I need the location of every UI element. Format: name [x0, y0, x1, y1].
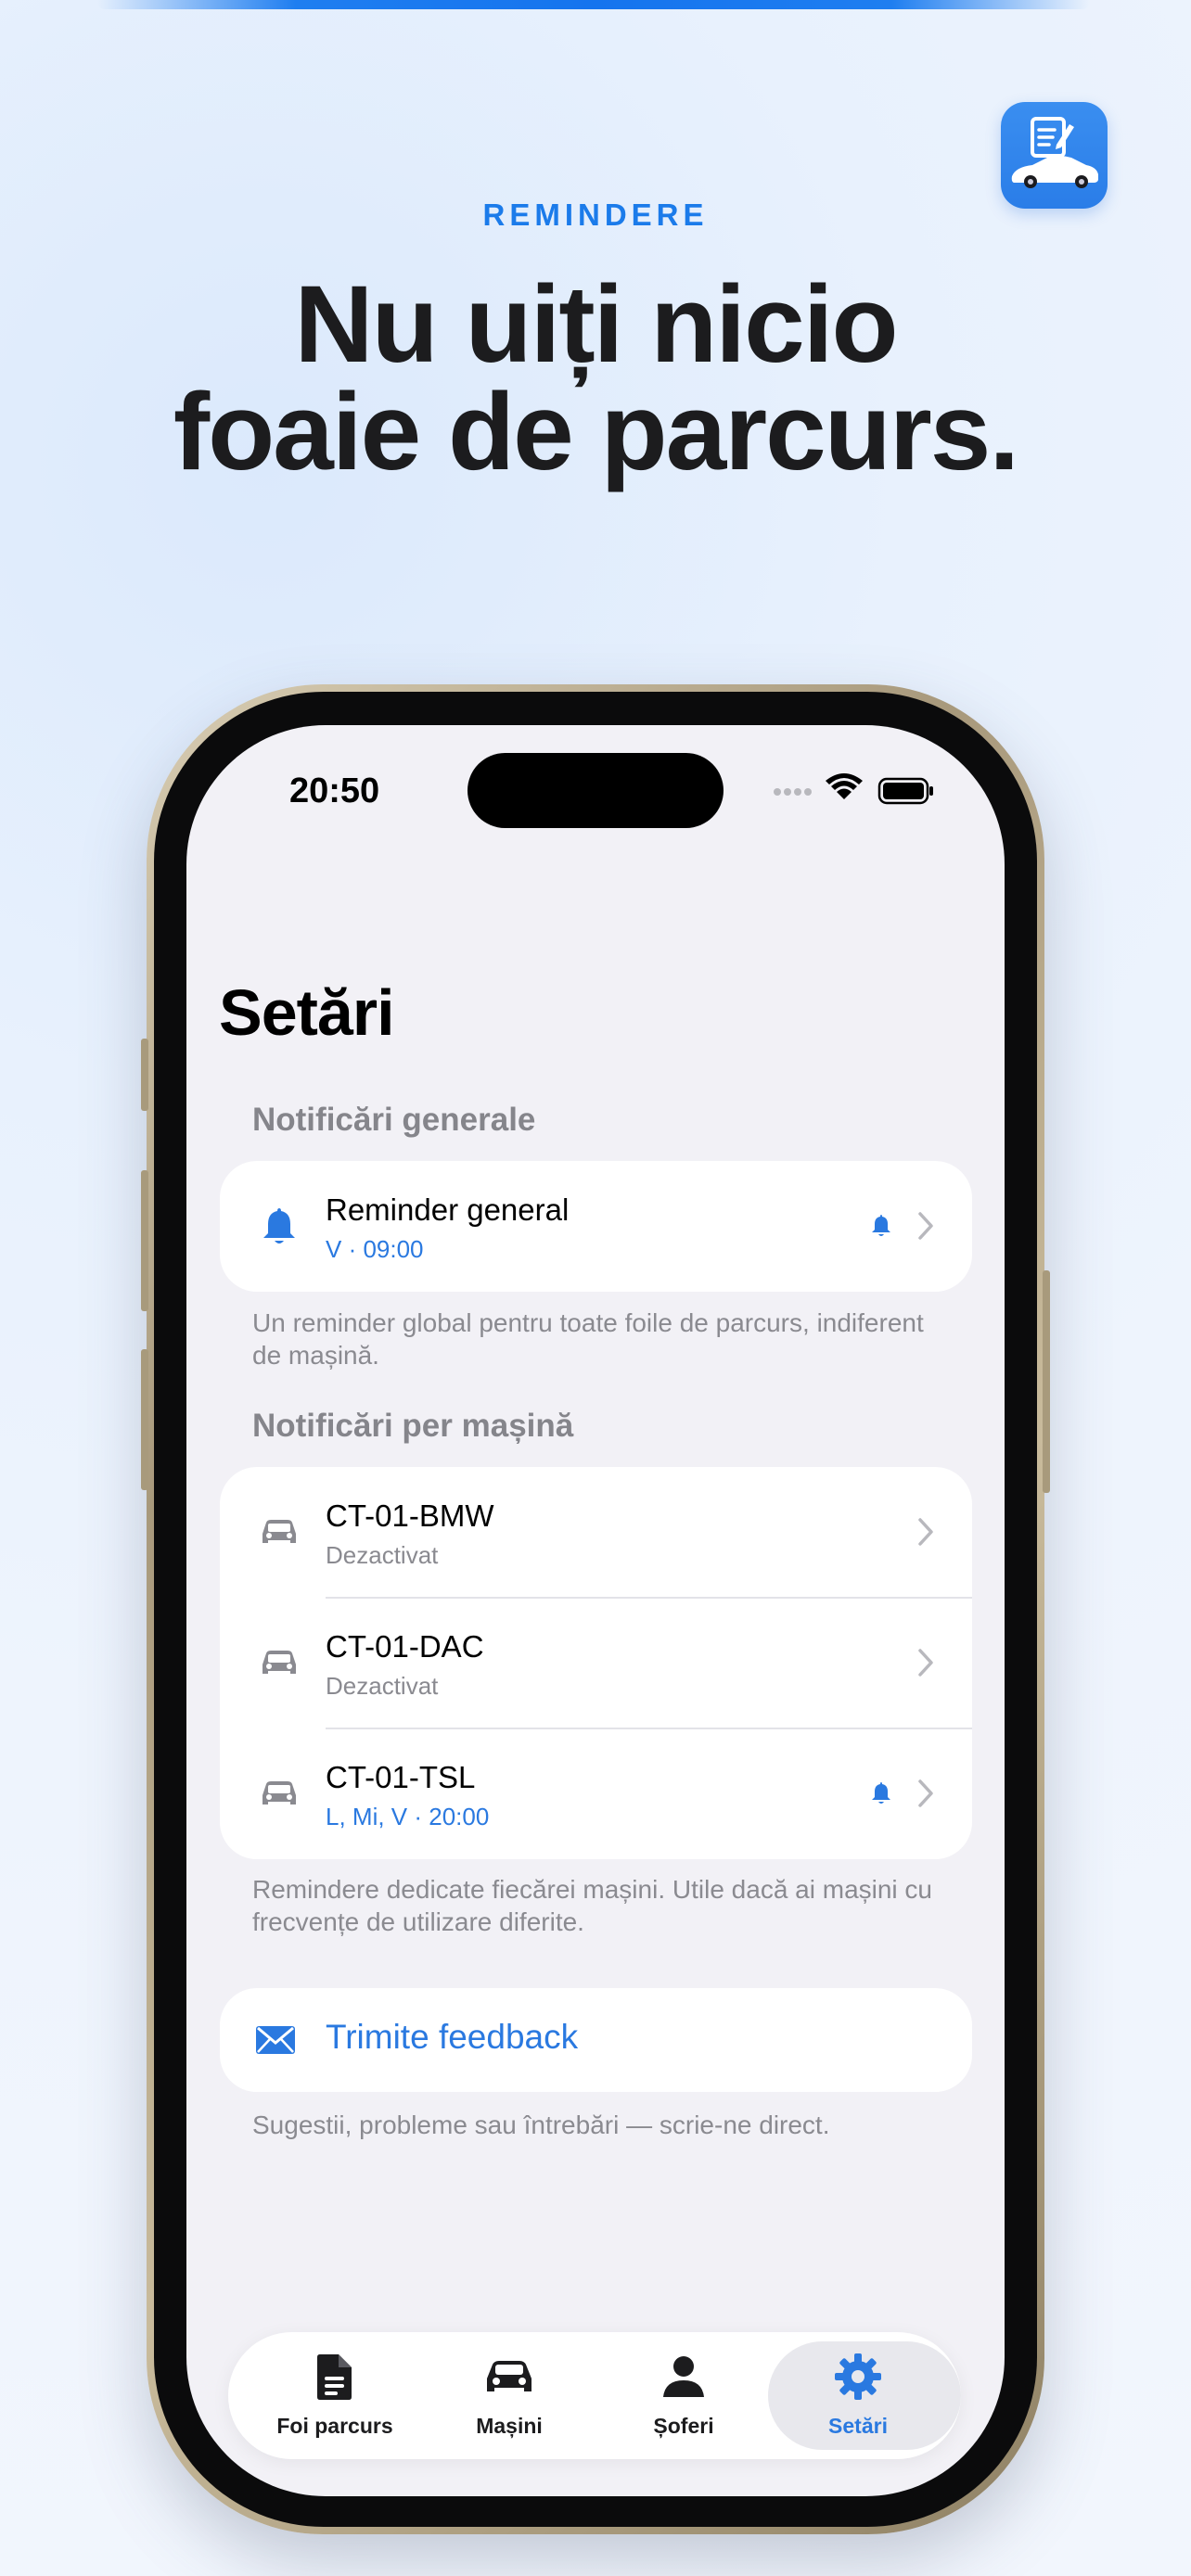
row-title: CT-01-DAC — [326, 1629, 484, 1664]
row-subtitle: Dezactivat — [326, 1672, 439, 1700]
per-car-footnote: Remindere dedicate fiecărei mașini. Util… — [252, 1875, 933, 1936]
headline: Nu uiți nicio foaie de parcurs. — [0, 263, 1191, 493]
car-row-bmw[interactable]: CT-01-BMW Dezactivat — [220, 1467, 972, 1598]
tab-setari[interactable]: Setări — [768, 2332, 961, 2459]
document-icon — [317, 2354, 352, 2400]
row-subtitle: Dezactivat — [326, 1541, 439, 1569]
power-button — [1043, 1270, 1050, 1493]
volume-down-button — [141, 1349, 148, 1490]
feedback-footnote: Sugestii, probleme sau întrebări — scrie… — [252, 2111, 830, 2139]
general-card: Reminder general V · 09:00 — [220, 1161, 972, 1292]
tab-label: Mașini — [476, 2414, 543, 2438]
feedback-button[interactable]: Trimite feedback — [220, 1988, 972, 2092]
tab-masini[interactable]: Mașini — [421, 2332, 597, 2459]
battery-icon — [877, 777, 933, 805]
chevron-right-icon — [918, 1779, 933, 1807]
general-footnote: Un reminder global pentru toate foile de… — [252, 1308, 924, 1370]
per-car-card: CT-01-BMW Dezactivat CT-01-DAC Dezactiva… — [220, 1467, 972, 1859]
headline-line-1: Nu uiți nicio — [294, 263, 898, 386]
tab-bar: Foi parcurs Mașini Șoferi Setări — [228, 2332, 961, 2459]
row-title: Reminder general — [326, 1192, 570, 1227]
top-accent-bar — [97, 0, 1090, 9]
row-title: CT-01-TSL — [326, 1760, 476, 1794]
tab-label: Setări — [828, 2414, 888, 2438]
chevron-right-icon — [918, 1518, 933, 1546]
car-icon — [487, 2361, 531, 2391]
chevron-right-icon — [918, 1649, 933, 1677]
headline-line-2: foaie de parcurs. — [173, 371, 1019, 493]
row-subtitle: L, Mi, V · 20:00 — [326, 1803, 490, 1830]
section-header-general: Notificări generale — [252, 1102, 536, 1138]
bell-icon — [263, 1208, 295, 1243]
chevron-right-icon — [918, 1212, 933, 1240]
wifi-icon — [826, 773, 863, 799]
feedback-label: Trimite feedback — [326, 2018, 579, 2056]
tab-label: Foi parcurs — [276, 2414, 393, 2438]
reminder-general-row[interactable]: Reminder general V · 09:00 — [220, 1161, 972, 1292]
tab-soferi[interactable]: Șoferi — [596, 2332, 772, 2459]
row-subtitle: V · 09:00 — [326, 1235, 424, 1263]
tab-label: Șoferi — [653, 2414, 714, 2438]
car-row-tsl[interactable]: CT-01-TSL L, Mi, V · 20:00 — [220, 1728, 972, 1859]
car-icon — [263, 1651, 296, 1674]
row-title: CT-01-BMW — [326, 1498, 494, 1533]
cellular-signal-icon — [774, 788, 812, 796]
action-button — [141, 1039, 148, 1111]
tab-foi-parcurs[interactable]: Foi parcurs — [247, 2332, 423, 2459]
bell-enabled-icon — [872, 1782, 890, 1804]
gear-icon — [835, 2353, 881, 2400]
person-icon — [663, 2356, 704, 2397]
status-icons — [774, 773, 933, 805]
status-time: 20:50 — [289, 772, 380, 810]
section-header-per-car: Notificări per mașină — [252, 1408, 574, 1444]
car-row-dac[interactable]: CT-01-DAC Dezactivat — [220, 1598, 972, 1728]
eyebrow-label: REMINDERE — [482, 198, 709, 232]
volume-up-button — [141, 1170, 148, 1311]
bell-enabled-icon — [872, 1215, 890, 1236]
page-title: Setări — [219, 976, 395, 1049]
envelope-icon — [256, 2026, 295, 2054]
app-icon — [1001, 102, 1108, 209]
dynamic-island — [467, 753, 724, 828]
car-icon — [263, 1781, 296, 1804]
app-logo-icon — [1011, 117, 1098, 188]
car-icon — [263, 1520, 296, 1543]
